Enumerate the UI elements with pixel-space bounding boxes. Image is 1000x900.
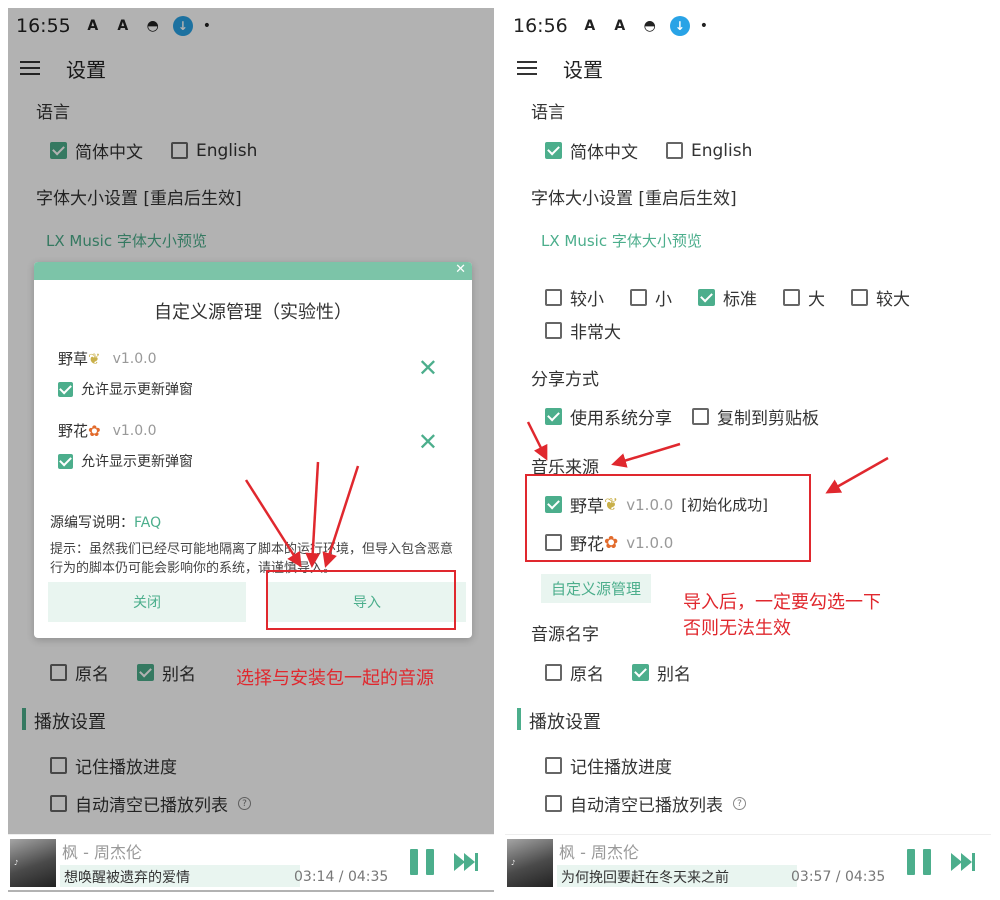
next-icon[interactable]: [454, 851, 480, 873]
source-name: 野花 ✿ v1.0.0: [58, 421, 157, 441]
source-item: 野花 ✿ v1.0.0 允许显示更新弹窗: [58, 420, 193, 471]
remove-source-icon[interactable]: ✕: [418, 428, 438, 456]
play-time: 03:57 / 04:35: [791, 869, 886, 885]
checkbox-icon: [783, 289, 800, 306]
source-item: 野草 ❦ v1.0.0 允许显示更新弹窗: [58, 348, 193, 399]
share-section-title: 分享方式: [531, 370, 599, 390]
source-name-original-checkbox[interactable]: 原名: [545, 660, 604, 685]
checkbox-icon: [545, 289, 562, 306]
checkbox-icon: [692, 408, 709, 425]
right-screen: 16:56 A A ◓ ↓ • 设置 语言 简体中文 English 字体大小设…: [505, 8, 991, 892]
android-icon: ◓: [643, 18, 656, 34]
playback-section-title: 播放设置: [529, 712, 601, 733]
checkbox-checked-icon: [58, 453, 73, 469]
source-name-options: 原名 别名: [545, 660, 719, 685]
player-bar[interactable]: ♪ 枫 - 周杰伦 为何挽回要赶在冬天来之前 03:57 / 04:35: [505, 834, 991, 890]
annotation-text: 导入后，一定要勾选一下 否则无法生效: [683, 592, 881, 639]
checkbox-icon: [630, 289, 647, 306]
custom-source-manage-button[interactable]: 自定义源管理: [541, 574, 652, 603]
font-size-options: 较小 小 标准 大 较大: [545, 285, 910, 310]
font-size-section-title: 字体大小设置 [重启后生效]: [531, 189, 737, 209]
close-icon[interactable]: ✕: [455, 262, 466, 277]
close-button[interactable]: 关闭: [48, 582, 246, 622]
dialog-title: 自定义源管理（实验性）: [154, 302, 352, 323]
share-system-checkbox[interactable]: 使用系统分享: [545, 404, 672, 429]
faq-link[interactable]: FAQ: [134, 515, 161, 531]
leaf-emoji-icon: ❦: [88, 349, 101, 368]
next-icon[interactable]: [951, 851, 977, 873]
allow-update-popup-checkbox[interactable]: 允许显示更新弹窗: [58, 379, 193, 399]
font-size-small-checkbox[interactable]: 小: [630, 285, 672, 310]
album-cover[interactable]: ♪: [10, 839, 56, 887]
checkbox-checked-icon: [58, 381, 73, 397]
auto-clear-checkbox[interactable]: 自动清空已播放列表?: [545, 791, 746, 816]
annotation-text: 选择与安装包一起的音源: [236, 668, 434, 689]
font-size-smaller-checkbox[interactable]: 较小: [545, 285, 604, 310]
source-name: 野草 ❦ v1.0.0: [58, 349, 157, 369]
language-en-checkbox[interactable]: English: [666, 141, 752, 161]
allow-update-popup-checkbox[interactable]: 允许显示更新弹窗: [58, 451, 193, 471]
auto-clear-option: 自动清空已播放列表?: [545, 791, 774, 816]
language-options: 简体中文 English: [545, 138, 780, 163]
status-time: 16:56: [513, 15, 568, 37]
language-zh-checkbox[interactable]: 简体中文: [545, 138, 638, 163]
checkbox-icon: [545, 322, 562, 339]
download-icon: ↓: [669, 16, 690, 36]
font-size-standard-checkbox[interactable]: 标准: [698, 285, 757, 310]
source-guide: 源编写说明：FAQ: [50, 515, 162, 531]
checkbox-checked-icon: [698, 289, 715, 306]
pause-icon[interactable]: [907, 849, 931, 875]
checkbox-icon: [545, 757, 562, 774]
source-name-section-title: 音源名字: [531, 625, 599, 645]
checkbox-icon: [545, 795, 562, 812]
checkbox-checked-icon: [545, 408, 562, 425]
checkbox-icon: [851, 289, 868, 306]
app-bar: 设置: [505, 48, 991, 88]
source-name-alias-checkbox[interactable]: 别名: [632, 660, 691, 685]
annotation-highlight-box: [266, 570, 456, 630]
pause-icon[interactable]: [410, 849, 434, 875]
lyric-line: 为何挽回要赶在冬天来之前: [561, 870, 729, 886]
font-size-larger-checkbox[interactable]: 较大: [851, 285, 910, 310]
flower-emoji-icon: ✿: [88, 421, 101, 440]
page-title: 设置: [563, 57, 603, 82]
help-icon[interactable]: ?: [733, 797, 746, 810]
menu-icon[interactable]: [517, 61, 537, 75]
song-title: 枫 - 周杰伦: [62, 843, 142, 862]
status-bar: 16:56 A A ◓ ↓ •: [505, 8, 991, 44]
share-options: 使用系统分享 复制到剪贴板: [545, 404, 847, 429]
remove-source-icon[interactable]: ✕: [418, 354, 438, 382]
dialog-header-bar: ✕: [34, 262, 472, 280]
checkbox-icon: [545, 664, 562, 681]
album-cover[interactable]: ♪: [507, 839, 553, 887]
dot-icon: •: [699, 18, 709, 34]
lyric-line: 想唤醒被遗弃的爱情: [64, 870, 190, 886]
player-bar[interactable]: ♪ 枫 - 周杰伦 想唤醒被遗弃的爱情 03:14 / 04:35: [8, 834, 494, 890]
remember-progress-checkbox[interactable]: 记住播放进度: [545, 753, 672, 778]
song-title: 枫 - 周杰伦: [559, 843, 639, 862]
checkbox-checked-icon: [632, 664, 649, 681]
language-section-title: 语言: [531, 103, 565, 123]
font-size-options-row2: 非常大: [545, 318, 649, 343]
font-size-huge-checkbox[interactable]: 非常大: [545, 318, 621, 343]
notification-a-icon: A: [584, 18, 596, 34]
notification-a-icon: A: [614, 18, 626, 34]
font-size-large-checkbox[interactable]: 大: [783, 285, 825, 310]
play-time: 03:14 / 04:35: [294, 869, 389, 885]
share-clipboard-checkbox[interactable]: 复制到剪贴板: [692, 404, 819, 429]
section-accent-bar: [517, 708, 521, 730]
left-screen: 16:55 A A ◓ ↓ • 设置 语言 简体中文 English 字体大小设…: [8, 8, 494, 892]
font-size-preview: LX Music 字体大小预览: [541, 232, 702, 250]
annotation-highlight-box: [525, 474, 811, 562]
checkbox-checked-icon: [545, 142, 562, 159]
checkbox-icon: [666, 142, 683, 159]
remember-progress-option: 记住播放进度: [545, 753, 700, 778]
